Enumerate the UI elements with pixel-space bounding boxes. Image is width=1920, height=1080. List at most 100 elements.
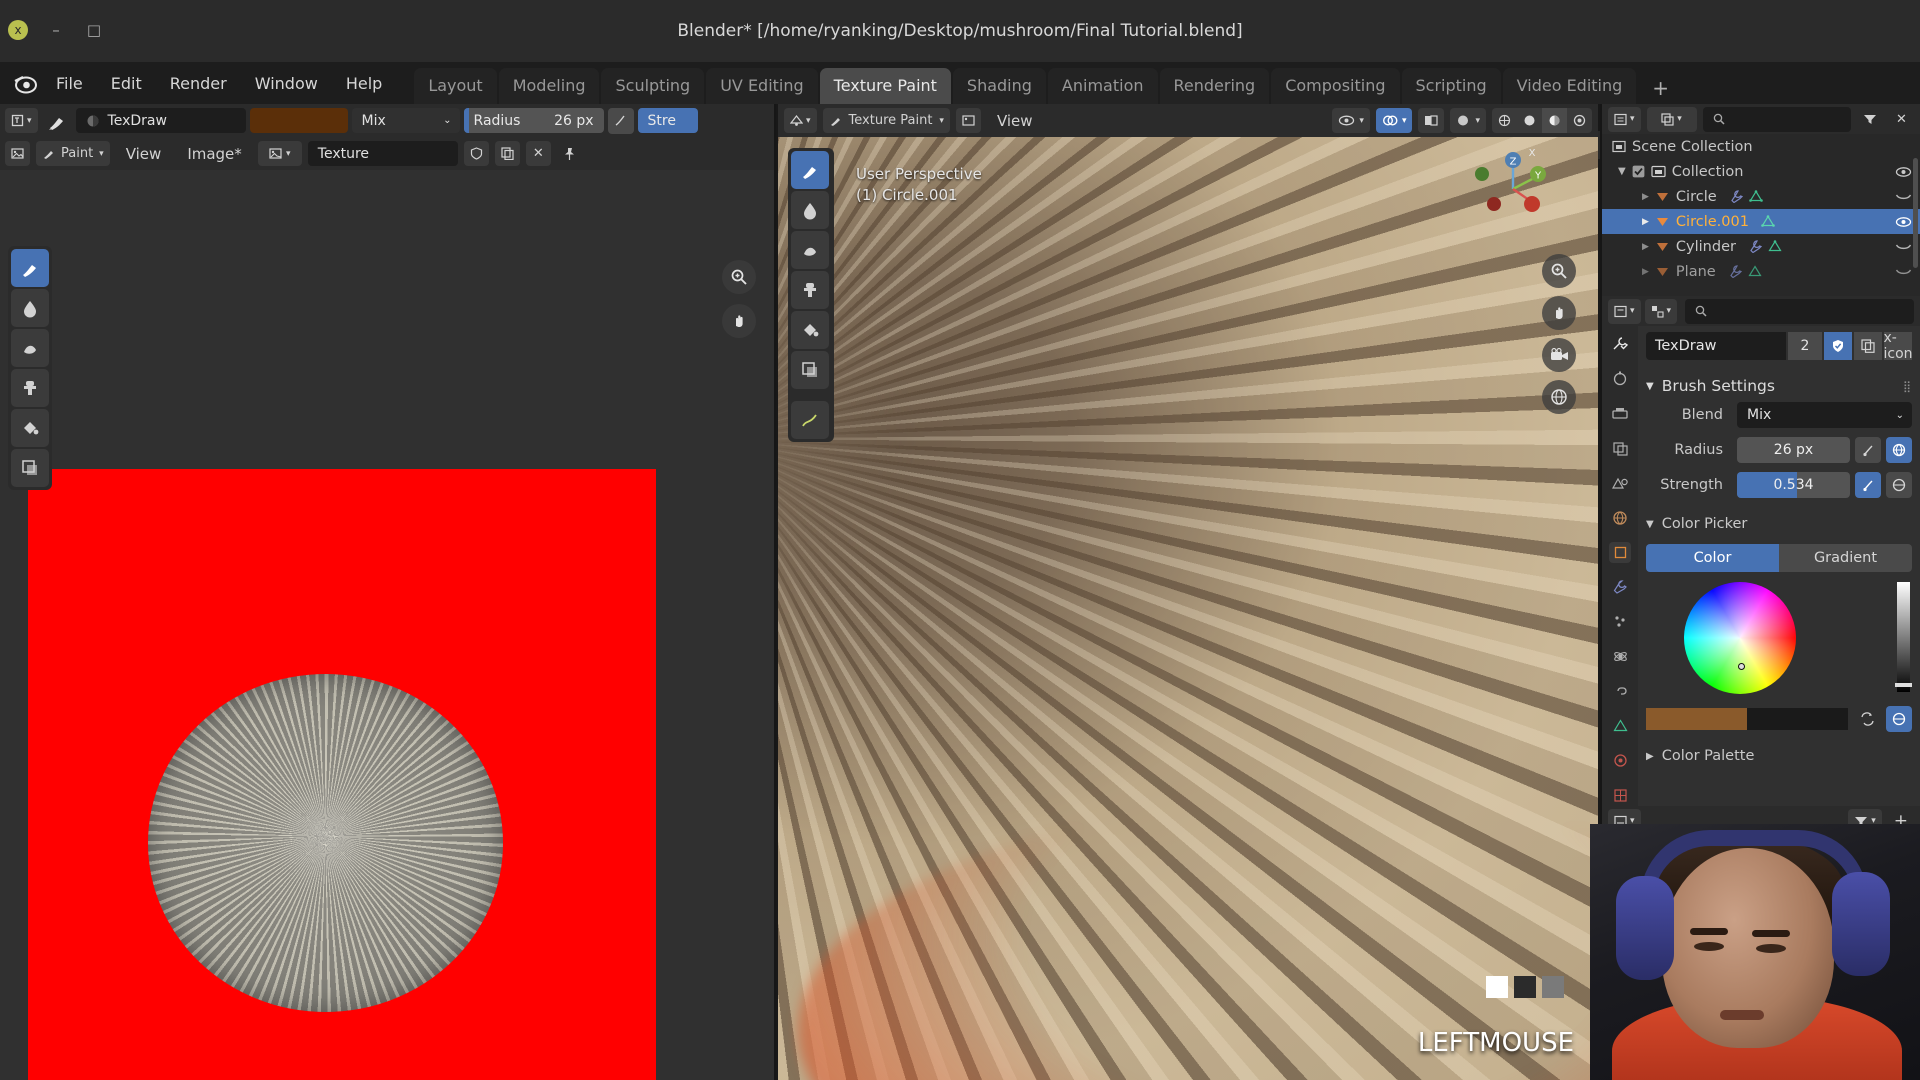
outliner-close-icon[interactable]: ✕ [1889,107,1914,132]
viewport-view-menu[interactable]: View [987,108,1043,133]
image-shield-icon[interactable] [463,141,489,166]
reset-colors-icon[interactable] [1886,706,1912,732]
chevron-right-icon[interactable]: ▶ [1646,751,1654,762]
eye-closed-icon[interactable] [1895,192,1912,202]
tab-render[interactable] [1609,369,1631,391]
brush-settings-panel-header[interactable]: ▼ Brush Settings ⣿ [1646,372,1912,400]
outliner-row-scene-collection[interactable]: Scene Collection [1602,134,1920,159]
strength-unit-icon[interactable] [1886,472,1912,498]
primary-color-swatch[interactable] [1486,976,1508,998]
tab-shading[interactable]: Shading [952,68,1046,104]
tab-scripting[interactable]: Scripting [1401,68,1501,104]
swap-colors-icon[interactable] [1854,706,1880,732]
blend-dropdown[interactable]: Mix ⌄ [1737,402,1912,428]
menu-help[interactable]: Help [332,70,396,97]
pin-icon[interactable] [557,141,582,166]
chevron-right-icon[interactable]: ▶ [1642,192,1649,202]
tab-scene[interactable] [1609,473,1631,495]
tab-texture-paint[interactable]: Texture Paint [819,68,951,104]
image-menu[interactable]: Image* [177,141,251,166]
browse-image-button[interactable]: ▾ [257,141,302,166]
tab-compositing[interactable]: Compositing [1271,68,1400,104]
camera-icon[interactable] [1542,338,1576,372]
xray-toggle[interactable] [1418,108,1445,133]
tab-color[interactable]: Color [1646,544,1779,572]
tab-output[interactable] [1609,403,1631,425]
shield-icon[interactable] [1824,332,1852,360]
properties-pin-icon[interactable]: ▾ [1644,298,1678,324]
vp-tool-soften[interactable] [791,191,829,229]
vp-tool-mask[interactable] [791,351,829,389]
properties-search-input[interactable] [1685,298,1914,324]
tool-soften-image[interactable] [11,289,49,327]
editor-type-selector[interactable]: ▾ [5,108,38,133]
vp-tool-draw[interactable] [791,151,829,189]
brush-selector[interactable]: TexDraw [75,108,246,133]
add-workspace-button[interactable]: + [1638,72,1683,104]
zoom-icon[interactable] [722,260,756,294]
image-delete-icon[interactable]: ✕ [525,141,551,166]
navigation-gizmo[interactable]: Z Y X [1470,146,1556,232]
drag-grip-icon[interactable]: ⣿ [1903,380,1912,393]
tab-material[interactable] [1609,750,1631,772]
paint-mode-selector[interactable]: Paint ▾ [36,141,110,166]
blend-mode-dropdown-left[interactable]: Mix ⌄ [351,108,460,133]
eye-closed-icon[interactable] [1895,267,1912,277]
shading-mode-group[interactable]: ▾ [1450,108,1486,133]
tab-object-data[interactable] [1609,715,1631,737]
radius-pressure-toggle-left[interactable] [607,107,634,134]
copy-icon[interactable] [1854,332,1882,360]
outliner-row-circle-001[interactable]: ▶ Circle.001 [1602,209,1920,234]
color-wheel[interactable] [1684,582,1796,694]
tab-tool[interactable] [1609,334,1631,356]
tab-texture[interactable] [1609,784,1631,806]
outliner-scrollbar[interactable] [1913,158,1918,268]
tab-sculpting[interactable]: Sculpting [601,68,705,104]
vp-tool-clone[interactable] [791,271,829,309]
secondary-color[interactable] [1747,708,1848,730]
tab-constraints[interactable] [1609,680,1631,702]
outliner-display-mode[interactable]: ▾ [1646,106,1697,132]
viewport-image-icon[interactable] [955,108,981,133]
shading-wireframe[interactable] [1492,108,1517,133]
chevron-right-icon[interactable]: ▶ [1642,217,1649,227]
outliner-row-collection[interactable]: ▼ Collection [1602,159,1920,184]
value-slider-knob[interactable] [1895,683,1912,688]
vp-tool-annotate[interactable] [791,401,829,439]
tab-layout[interactable]: Layout [414,68,497,104]
image-canvas[interactable] [0,170,774,1080]
chevron-right-icon[interactable]: ▶ [1642,267,1649,277]
eye-open-icon[interactable] [1895,216,1912,228]
tab-world[interactable] [1609,507,1631,529]
menu-window[interactable]: Window [241,70,332,97]
color-palette-panel-header[interactable]: ▶ Color Palette [1646,742,1912,770]
collection-checkbox[interactable] [1632,165,1645,178]
strength-pressure-icon[interactable] [1855,472,1881,498]
x-icon[interactable]: x-icon [1883,330,1912,362]
tab-gradient[interactable]: Gradient [1779,544,1912,572]
menu-render[interactable]: Render [156,70,241,97]
viewport-editor-type-icon[interactable]: ▾ [784,108,817,133]
strength-slider[interactable]: 0.534 [1737,472,1850,498]
overlays-toggle[interactable]: ▾ [1375,108,1413,133]
chevron-down-icon[interactable]: ▼ [1646,381,1654,392]
chevron-down-icon[interactable]: ▼ [1646,519,1654,530]
pan-icon[interactable] [1542,296,1576,330]
eye-closed-icon[interactable] [1895,242,1912,252]
tool-smear-image[interactable] [11,329,49,367]
tab-animation[interactable]: Animation [1047,68,1158,104]
outliner-row-cylinder[interactable]: ▶ Cylinder [1602,234,1920,259]
eye-open-icon[interactable] [1895,166,1912,178]
tool-fill-image[interactable] [11,409,49,447]
image-name-field[interactable]: Texture [307,141,458,166]
brush-name-field[interactable]: TexDraw [1646,332,1786,360]
pan-icon[interactable] [722,304,756,338]
primary-color[interactable] [1646,708,1747,730]
shading-rendered[interactable] [1567,108,1592,133]
tool-draw-image[interactable] [11,249,49,287]
shading-solid[interactable] [1517,108,1542,133]
value-slider[interactable] [1895,582,1912,692]
tab-modifiers[interactable] [1609,576,1631,598]
viewport-canvas[interactable] [778,137,1598,1080]
color-picker-panel-header[interactable]: ▼ Color Picker [1646,510,1912,538]
